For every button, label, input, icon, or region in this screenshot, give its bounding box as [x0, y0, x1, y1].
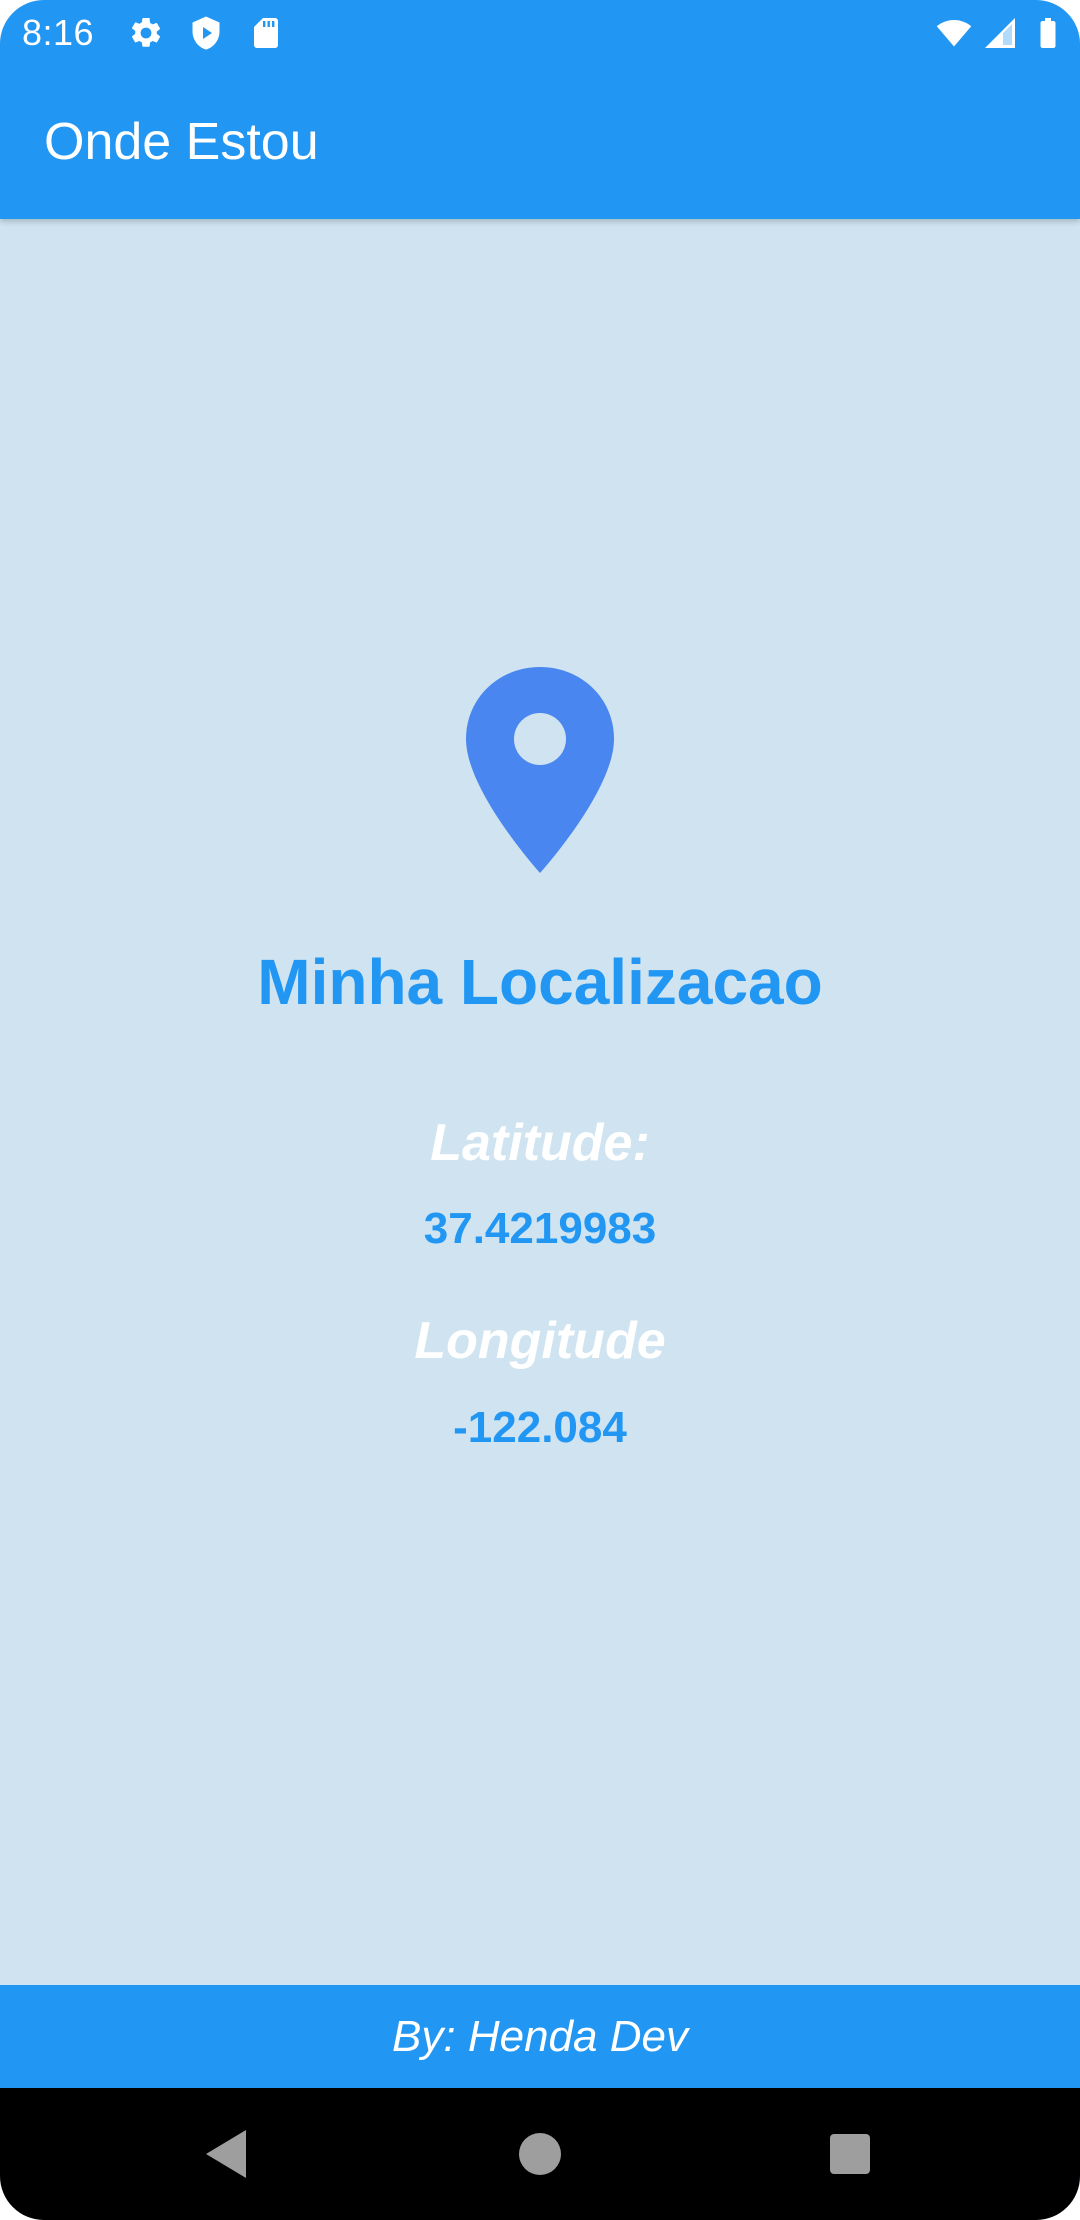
sd-card-icon	[254, 18, 278, 48]
latitude-label: Latitude:	[430, 1114, 650, 1172]
home-icon[interactable]	[514, 2128, 566, 2180]
footer-text: By: Henda Dev	[392, 2011, 688, 2061]
cell-signal-icon	[985, 18, 1015, 48]
top-bar: 8:16 Onde Estou	[0, 0, 1080, 219]
longitude-value: -122.084	[453, 1403, 627, 1452]
longitude-label: Longitude	[414, 1312, 666, 1370]
headline: Minha Localizacao	[257, 946, 823, 1018]
status-bar: 8:16	[0, 0, 1080, 66]
app-title: Onde Estou	[44, 113, 319, 171]
shield-play-icon	[192, 16, 220, 50]
gear-icon	[132, 17, 161, 47]
status-time: 8:16	[22, 12, 95, 53]
latitude-value: 37.4219983	[423, 1204, 657, 1253]
recents-icon[interactable]	[824, 2128, 876, 2180]
screen: 8:16 Onde Estou Minha Localizacao Latitu…	[0, 0, 1080, 2220]
navigation-bar	[0, 2088, 1080, 2220]
main-content: Minha Localizacao Latitude: 37.4219983 L…	[0, 219, 1080, 1985]
location-pin-icon	[466, 667, 614, 873]
footer: By: Henda Dev	[0, 1985, 1080, 2088]
battery-icon	[1040, 18, 1056, 48]
wifi-icon	[936, 19, 972, 47]
back-icon[interactable]	[200, 2128, 252, 2180]
